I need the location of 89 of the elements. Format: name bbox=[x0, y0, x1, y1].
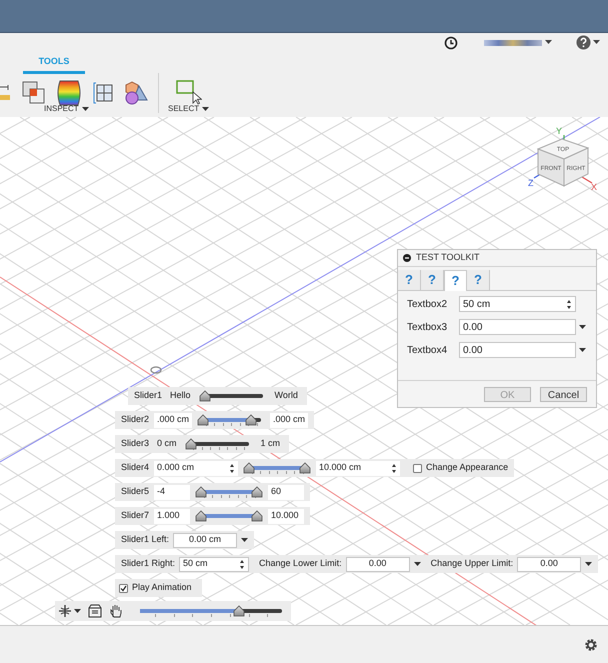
slider-value-text: 0 cm bbox=[156, 437, 178, 450]
caret-icon[interactable] bbox=[241, 538, 248, 542]
slider-thumb[interactable] bbox=[195, 510, 208, 522]
axis-label: Y bbox=[556, 126, 562, 136]
slider-thumb[interactable] bbox=[299, 462, 312, 474]
input-field[interactable]: 0.00 bbox=[459, 342, 576, 358]
input-field[interactable]: 50 cm bbox=[179, 556, 250, 572]
origin-icon bbox=[150, 366, 162, 374]
caret-icon[interactable] bbox=[545, 40, 552, 45]
group-menu-button[interactable]: SELECT bbox=[168, 103, 210, 115]
caret-icon[interactable] bbox=[579, 325, 586, 329]
axis-label: Z bbox=[528, 178, 534, 188]
input-field[interactable]: 0.00 bbox=[346, 556, 410, 572]
field-label: Textbox2 bbox=[407, 298, 448, 312]
input-field[interactable]: 0.00 cm bbox=[173, 532, 238, 548]
dialog-tab[interactable]: ? bbox=[467, 270, 490, 290]
slider-label: Slider3 bbox=[121, 437, 150, 450]
camera-frame-icon[interactable] bbox=[88, 604, 102, 618]
spinner-arrows-icon[interactable] bbox=[239, 558, 246, 570]
slider-thumb[interactable] bbox=[251, 486, 264, 498]
rainbow-barrel-icon[interactable] bbox=[56, 80, 82, 106]
caret-icon[interactable] bbox=[593, 40, 600, 45]
input-field[interactable]: 0.00 bbox=[517, 556, 582, 572]
slider-value-text: World bbox=[274, 389, 299, 402]
dialog-title: TEST TOOLKIT bbox=[416, 251, 480, 264]
slider-label: Slider5 bbox=[121, 485, 150, 498]
slider-thumb[interactable] bbox=[244, 414, 257, 426]
ruler-icon[interactable] bbox=[0, 83, 10, 103]
field-label: Slider1 Right: bbox=[121, 557, 176, 570]
caret-icon[interactable] bbox=[414, 562, 421, 566]
group-menu-button[interactable]: INSPECT bbox=[44, 103, 89, 115]
checkbox-icon[interactable] bbox=[413, 464, 422, 472]
caret-icon[interactable] bbox=[82, 107, 89, 111]
input-field[interactable]: 60 bbox=[268, 484, 304, 500]
field-label: Textbox4 bbox=[407, 344, 448, 358]
slider-label: Slider4 bbox=[121, 461, 150, 474]
slider-value-text: 1 cm bbox=[260, 437, 282, 450]
spinner-arrows-icon[interactable] bbox=[229, 462, 236, 474]
slider-thumb[interactable] bbox=[243, 462, 256, 474]
slider-thumb[interactable] bbox=[251, 510, 264, 522]
slider-track[interactable] bbox=[195, 486, 264, 498]
input-field[interactable]: 50 cm bbox=[459, 296, 576, 312]
field-label: Textbox3 bbox=[407, 320, 448, 334]
field-label: Change Upper Limit: bbox=[430, 557, 514, 570]
input-field[interactable]: 10.000 bbox=[268, 508, 304, 524]
axis-label: X bbox=[591, 182, 598, 192]
slider-thumb[interactable] bbox=[197, 414, 210, 426]
spinner-arrows-icon[interactable] bbox=[391, 462, 398, 474]
input-field[interactable]: .000 cm bbox=[154, 412, 192, 428]
spinner-arrows-icon[interactable] bbox=[566, 298, 572, 310]
input-field[interactable]: .000 cm bbox=[270, 412, 308, 428]
overlapping-squares-icon[interactable] bbox=[22, 81, 46, 105]
input-field[interactable]: -4 bbox=[154, 484, 190, 500]
view-cube-drawing[interactable] bbox=[534, 135, 592, 187]
input-field[interactable]: 10.000 cm bbox=[316, 460, 400, 476]
collapse-icon[interactable] bbox=[403, 254, 411, 262]
slider-thumb[interactable] bbox=[195, 486, 208, 498]
dialog-tab[interactable]: ? bbox=[398, 270, 421, 290]
grid-icon[interactable] bbox=[93, 82, 113, 104]
slider-thumb[interactable] bbox=[232, 605, 245, 617]
settings-icon[interactable] bbox=[584, 638, 598, 652]
slider-thumb[interactable] bbox=[198, 390, 211, 402]
slider-track[interactable] bbox=[195, 510, 264, 522]
slider-label: Slider7 bbox=[121, 509, 150, 522]
checkbox-icon[interactable] bbox=[119, 584, 128, 592]
dialog-tab[interactable]: ? bbox=[444, 270, 467, 291]
caret-icon[interactable] bbox=[74, 609, 81, 613]
slider-value-text: Hello bbox=[169, 389, 192, 402]
field-label: Change Lower Limit: bbox=[259, 557, 342, 570]
slider-label: Slider2 bbox=[121, 413, 150, 426]
input-field[interactable]: 0.00 bbox=[459, 319, 576, 335]
dialog-tab[interactable]: ? bbox=[421, 270, 444, 290]
caret-icon[interactable] bbox=[585, 562, 592, 566]
input-field[interactable]: 1.000 bbox=[154, 508, 190, 524]
field-label: Slider1 Left: bbox=[121, 533, 170, 546]
caret-icon[interactable] bbox=[202, 107, 210, 111]
caret-icon[interactable] bbox=[579, 348, 586, 352]
pan-hand-icon[interactable] bbox=[109, 604, 123, 618]
selection-box-icon[interactable] bbox=[176, 80, 202, 106]
orbit-icon[interactable] bbox=[58, 604, 72, 618]
input-field[interactable]: 0.000 cm bbox=[154, 460, 238, 476]
slider-label: Slider1 bbox=[134, 389, 162, 402]
dialog-button[interactable]: Cancel bbox=[540, 386, 587, 402]
checkbox[interactable]: Change Appearance bbox=[413, 461, 508, 475]
clock-icon[interactable] bbox=[444, 36, 458, 50]
slider-thumb[interactable] bbox=[184, 438, 197, 450]
slider-track[interactable] bbox=[243, 462, 312, 474]
help-icon[interactable] bbox=[576, 35, 591, 50]
shapes-icon[interactable] bbox=[124, 80, 148, 106]
